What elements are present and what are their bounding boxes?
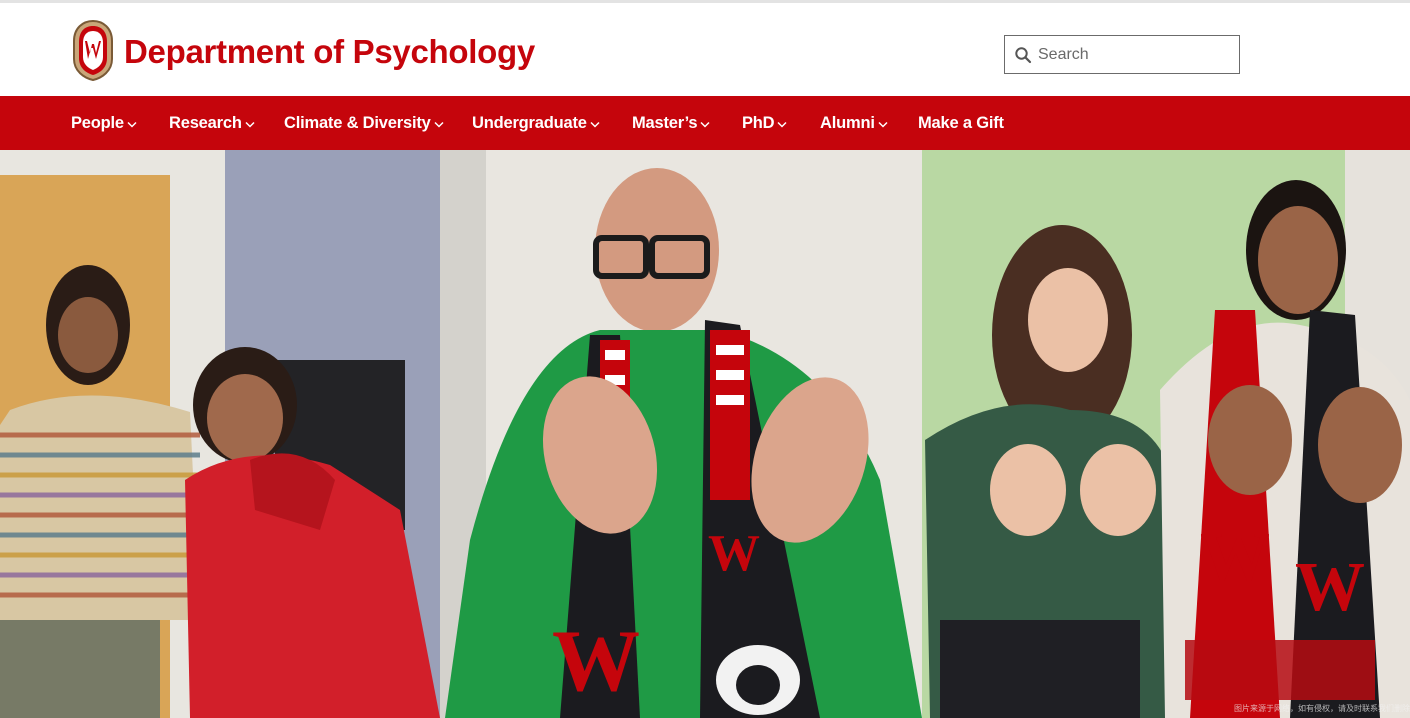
nav-item-climate-diversity[interactable]: Climate & Diversity xyxy=(284,96,444,150)
nav-item-masters[interactable]: Master’s xyxy=(632,96,710,150)
nav-item-research[interactable]: Research xyxy=(169,96,255,150)
nav-item-alumni[interactable]: Alumni xyxy=(820,96,888,150)
image-caption: 图片来源于网络，如有侵权，请及时联系我们删除 xyxy=(1234,704,1410,713)
nav-item-people[interactable]: People xyxy=(71,96,137,150)
nav-item-undergraduate[interactable]: Undergraduate xyxy=(472,96,600,150)
nav-item-label: Climate & Diversity xyxy=(284,113,431,132)
chevron-down-icon xyxy=(878,121,888,128)
chevron-down-icon xyxy=(700,121,710,128)
svg-text:W: W xyxy=(552,613,640,710)
nav-item-label: Alumni xyxy=(820,113,875,132)
chevron-down-icon xyxy=(590,121,600,128)
hero-panel-left xyxy=(0,150,440,718)
search-icon[interactable] xyxy=(1014,46,1032,64)
nav-item-label: Research xyxy=(169,113,242,132)
nav-item-label: Make a Gift xyxy=(918,113,1004,132)
nav-item-make-a-gift[interactable]: Make a Gift xyxy=(918,96,1004,150)
main-nav: People Research Climate & Diversity Unde… xyxy=(0,96,1410,150)
svg-text:W: W xyxy=(708,525,760,582)
nav-item-label: Undergraduate xyxy=(472,113,587,132)
nav-item-label: PhD xyxy=(742,113,775,132)
uw-crest-icon[interactable] xyxy=(72,19,114,81)
search-box[interactable] xyxy=(1004,35,1240,74)
hero-image: W W W W 图片来源于网络，如有侵权，请及时联系我们删除 xyxy=(0,150,1410,718)
nav-item-phd[interactable]: PhD xyxy=(742,96,787,150)
chevron-down-icon xyxy=(127,121,137,128)
search-input[interactable] xyxy=(1038,45,1228,64)
hero-panel-center: W W xyxy=(440,150,922,718)
chevron-down-icon xyxy=(434,121,444,128)
site-title[interactable]: Department of Psychology xyxy=(124,33,535,71)
nav-item-label: Master’s xyxy=(632,113,698,132)
svg-text:W: W xyxy=(1295,549,1365,626)
hero-photo-collage: W W W W xyxy=(0,150,1410,718)
hero-panel-right: W W xyxy=(922,150,1410,718)
site-header: Department of Psychology xyxy=(0,3,1410,96)
chevron-down-icon xyxy=(245,121,255,128)
nav-item-label: People xyxy=(71,113,124,132)
svg-text:W: W xyxy=(1200,519,1270,596)
chevron-down-icon xyxy=(777,121,787,128)
